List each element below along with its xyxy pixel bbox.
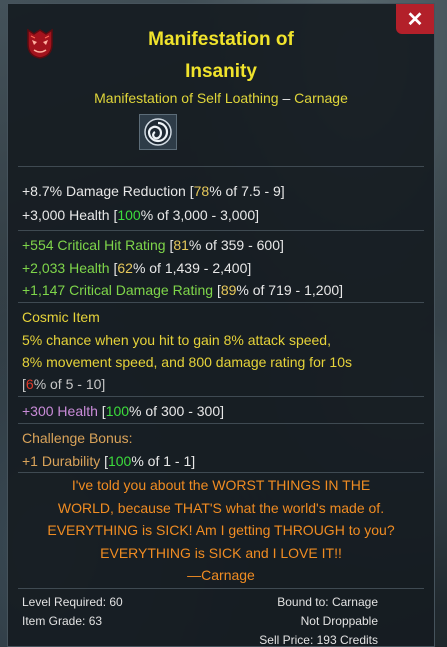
stat-label: +1,147 Critical Damage Rating bbox=[22, 282, 214, 298]
divider bbox=[18, 588, 424, 589]
stat-crit-hit: +554 Critical Hit Rating [81% of 359 - 6… bbox=[22, 237, 284, 253]
stat-label: +554 Critical Hit Rating bbox=[22, 237, 166, 253]
set-separator: – bbox=[278, 90, 295, 106]
stat-percent: 100 bbox=[105, 403, 130, 419]
stat-label: +3,000 Health bbox=[22, 207, 110, 223]
stat-range: % of 3,000 - 3,000] bbox=[140, 207, 260, 223]
item-tooltip: ✕ Manifestation of Insanity Manifestatio… bbox=[7, 3, 435, 647]
stat-crit-damage: +1,147 Critical Damage Rating [89% of 71… bbox=[22, 282, 344, 298]
quote-line: EVERYTHING is SICK and I LOVE IT!! bbox=[100, 544, 342, 561]
stat-health: +3,000 Health [100% of 3,000 - 3,000] bbox=[22, 207, 260, 223]
quote-line: WORLD, because THAT'S what the world's m… bbox=[57, 499, 385, 516]
stat-range: % of 1 - 1] bbox=[131, 453, 196, 469]
close-button[interactable]: ✕ bbox=[396, 4, 434, 34]
stat-range: % of 1,439 - 2,400] bbox=[132, 260, 252, 276]
divider bbox=[18, 423, 424, 424]
not-droppable: Not Droppable bbox=[300, 614, 378, 628]
stat-percent: 78 bbox=[193, 183, 210, 199]
rune-health: +300 Health [100% of 300 - 300] bbox=[22, 403, 224, 419]
stat-percent: 6 bbox=[25, 376, 34, 392]
stat-percent: 62 bbox=[117, 260, 133, 276]
bound-to: Bound to: Carnage bbox=[277, 595, 378, 609]
stat-percent: 89 bbox=[220, 282, 237, 298]
divider bbox=[18, 230, 424, 231]
spiral-icon bbox=[139, 114, 177, 150]
stat-label: +1 Durability bbox=[22, 453, 101, 469]
stat-percent: 100 bbox=[117, 207, 141, 223]
stat-health-2: +2,033 Health [62% of 1,439 - 2,400] bbox=[22, 260, 252, 276]
cosmic-header: Cosmic Item bbox=[22, 309, 100, 325]
quote-line: EVERYTHING is SICK! Am I getting THROUGH… bbox=[47, 522, 395, 538]
sell-price: Sell Price: 193 Credits bbox=[259, 633, 378, 647]
stat-range: % of 359 - 600] bbox=[188, 237, 284, 253]
item-grade: Item Grade: 63 bbox=[22, 614, 103, 628]
stat-range: % of 5 - 10] bbox=[33, 376, 106, 392]
red-demon-icon bbox=[27, 28, 53, 59]
cosmic-effect-line1: 5% chance when you hit to gain 8% attack… bbox=[22, 332, 331, 348]
stat-range: % of 719 - 1,200] bbox=[236, 282, 344, 298]
challenge-header: Challenge Bonus: bbox=[22, 430, 133, 446]
challenge-durability: +1 Durability [100% of 1 - 1] bbox=[22, 453, 196, 469]
level-required: Level Required: 60 bbox=[22, 595, 123, 609]
set-name-line: Manifestation of Self Loathing – Carnage bbox=[8, 90, 434, 106]
stat-percent: 81 bbox=[173, 237, 189, 253]
cosmic-roll: [6% of 5 - 10] bbox=[22, 376, 106, 392]
stat-damage-reduction: +8.7% Damage Reduction [78% of 7.5 - 9] bbox=[22, 183, 285, 199]
item-name-line2: Insanity bbox=[185, 61, 257, 82]
set-owner: Carnage bbox=[294, 90, 348, 106]
item-name-line1: Manifestation of bbox=[148, 29, 294, 50]
cosmic-effect-line2: 8% movement speed, and 800 damage rating… bbox=[22, 354, 352, 370]
quote-line: I've told you about the WORST THINGS IN … bbox=[71, 477, 371, 493]
quote-attribution: —Carnage bbox=[187, 567, 255, 583]
stat-range: % of 300 - 300] bbox=[129, 403, 224, 419]
divider bbox=[18, 166, 424, 167]
stat-label: +300 Health bbox=[22, 403, 98, 419]
stat-label: +2,033 Health bbox=[22, 260, 110, 276]
flavor-quote: I've told you about the WORST THINGS IN … bbox=[18, 474, 424, 587]
stat-percent: 100 bbox=[107, 453, 132, 469]
stat-label: +8.7% Damage Reduction bbox=[22, 183, 186, 199]
divider bbox=[18, 472, 424, 473]
divider bbox=[18, 302, 424, 303]
set-name: Manifestation of Self Loathing bbox=[94, 90, 279, 106]
item-name: Manifestation of Insanity bbox=[68, 24, 374, 88]
stat-range: % of 7.5 - 9] bbox=[209, 183, 285, 199]
divider bbox=[18, 396, 424, 397]
